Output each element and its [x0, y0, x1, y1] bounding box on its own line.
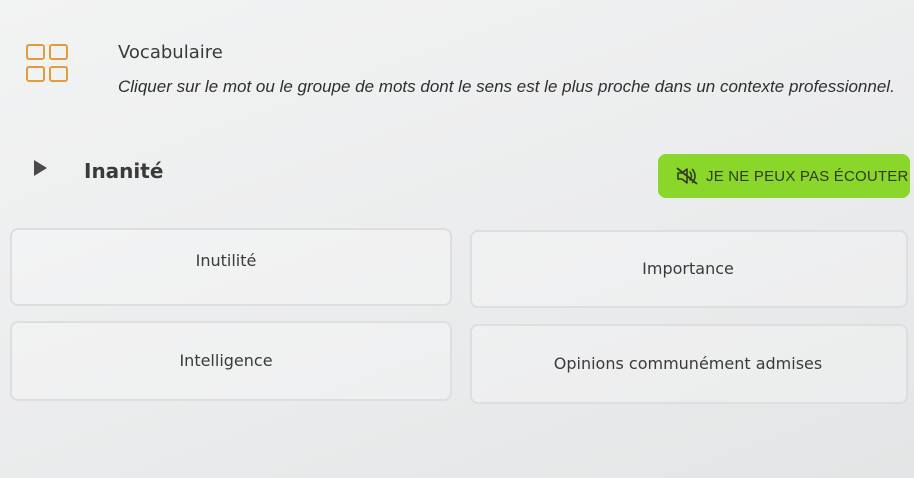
- grid-cell: [49, 44, 68, 60]
- grid-cell: [49, 66, 68, 82]
- grid-four-squares-icon: [26, 44, 74, 86]
- instruction-text: Cliquer sur le mot ou le groupe de mots …: [118, 77, 895, 96]
- play-icon[interactable]: [34, 160, 47, 176]
- grid-cell: [26, 44, 45, 60]
- cant-listen-label: JE NE PEUX PAS ÉCOUTER: [706, 167, 909, 185]
- answer-option-label: Inutilité: [195, 250, 257, 270]
- answer-option[interactable]: Opinions communément admises: [470, 324, 908, 404]
- speaker-muted-icon: [676, 167, 698, 185]
- answer-option-label: Importance: [642, 258, 734, 278]
- cant-listen-button[interactable]: JE NE PEUX PAS ÉCOUTER: [658, 154, 910, 198]
- answer-option-label: Intelligence: [179, 350, 273, 370]
- answer-option[interactable]: Inutilité: [10, 228, 452, 306]
- grid-cell: [26, 66, 45, 82]
- answer-option-label: Opinions communément admises: [553, 353, 823, 373]
- answer-option[interactable]: Importance: [470, 230, 908, 308]
- answer-option[interactable]: Intelligence: [10, 321, 452, 401]
- prompt-word: Inanité: [84, 159, 164, 183]
- page-title: Vocabulaire: [118, 42, 223, 63]
